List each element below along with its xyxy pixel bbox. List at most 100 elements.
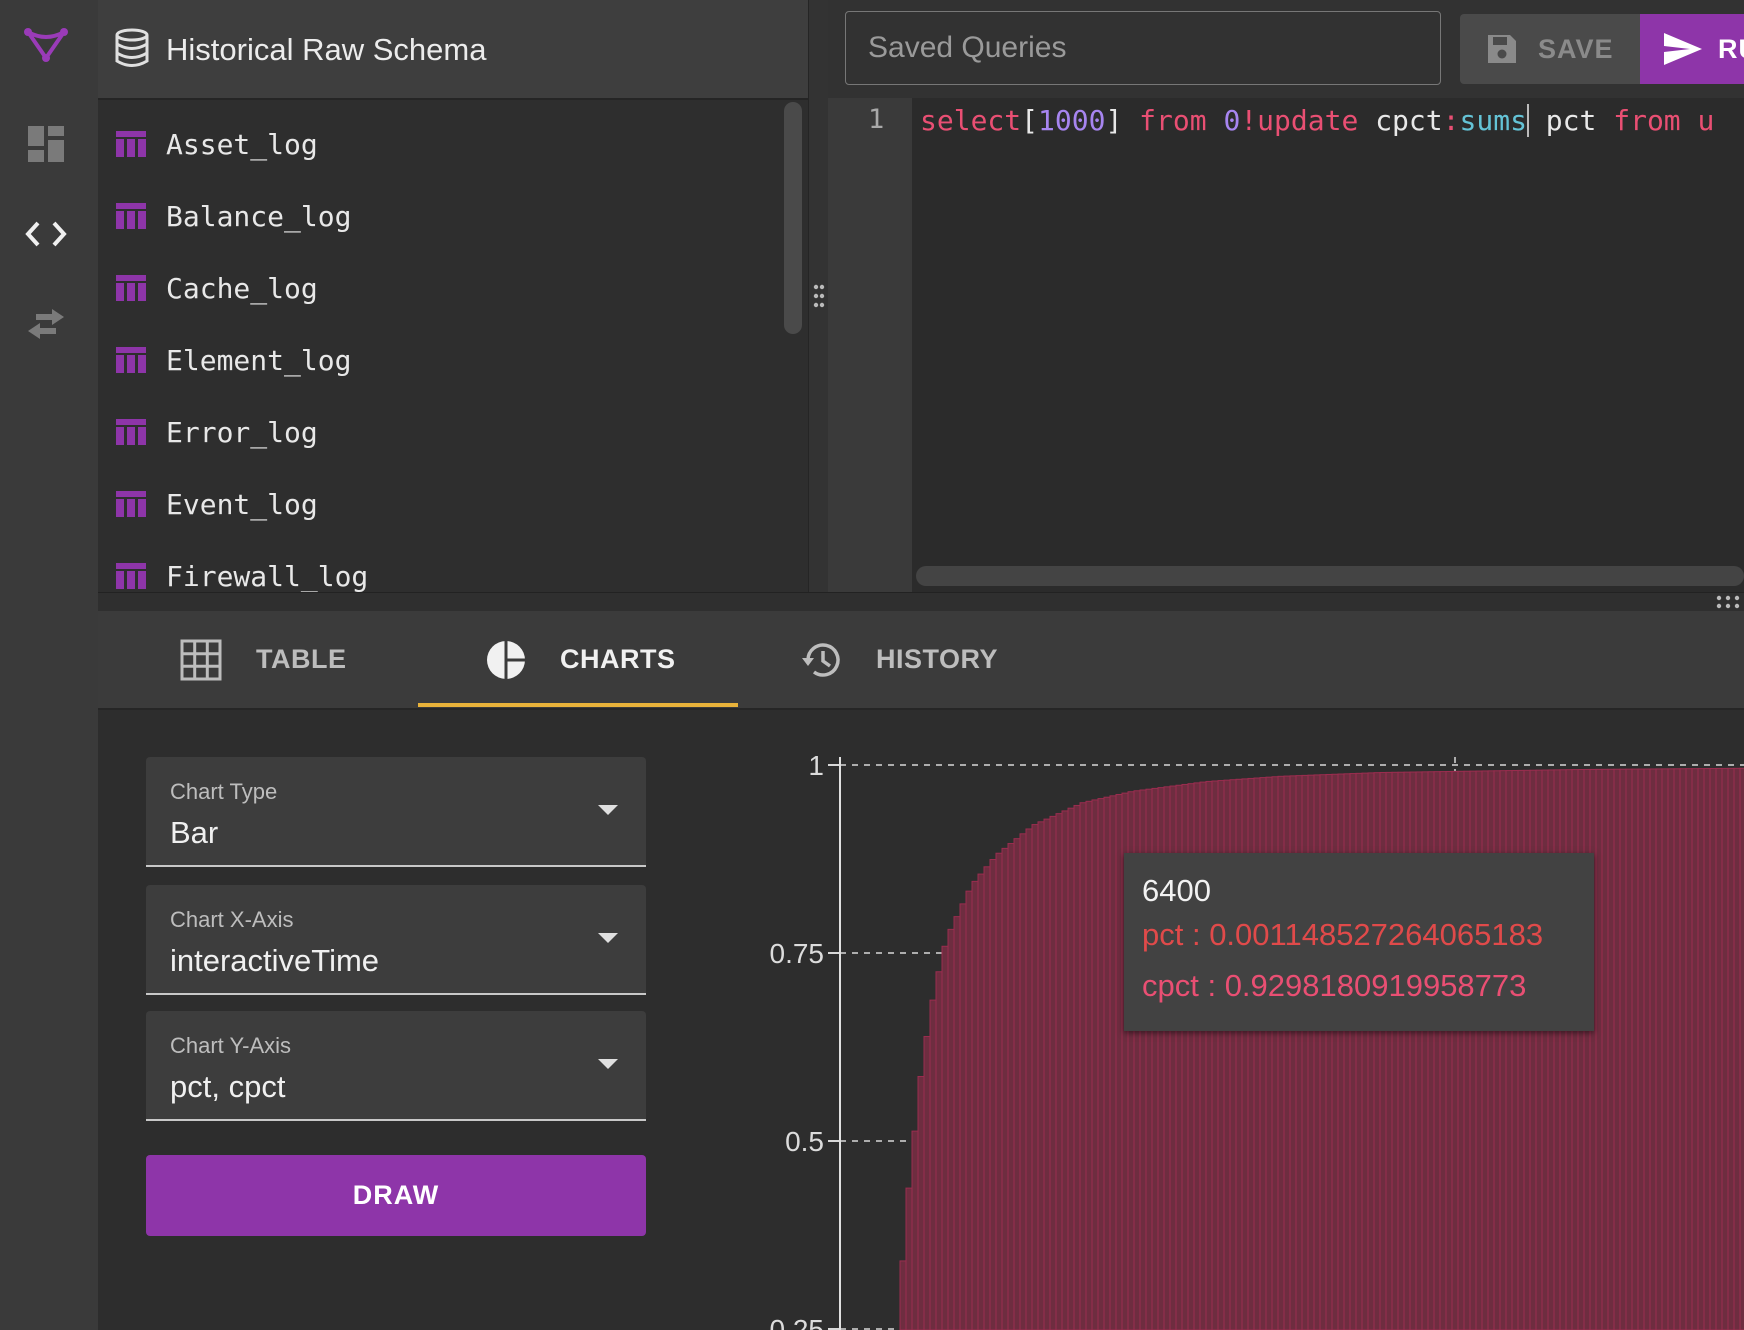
dropdown-arrow-icon [598, 933, 618, 943]
chart-bar [1733, 767, 1741, 1330]
pie-chart-icon [487, 639, 526, 680]
table-name: Cache_log [166, 271, 318, 305]
chart-bar [1715, 767, 1723, 1330]
chart-bar [1661, 768, 1669, 1330]
code-icon[interactable] [22, 210, 70, 258]
y-tick-label: 0.75 [770, 938, 825, 969]
chart-x-axis-select[interactable]: Chart X-Axis interactiveTime [146, 885, 646, 995]
chart-x-axis-label: Chart X-Axis [170, 907, 294, 932]
code-editor[interactable] [912, 98, 1744, 592]
chart-bar [1637, 768, 1645, 1330]
code-token: select [920, 104, 1022, 137]
table-name: Element_log [166, 343, 352, 377]
code-token: ] [1105, 104, 1140, 137]
table-name: Asset_log [166, 127, 318, 161]
drag-handle-icon [1716, 595, 1740, 609]
chart-bar [989, 859, 997, 1330]
chart-bar [959, 903, 967, 1330]
dashboard-icon[interactable] [22, 120, 70, 168]
table-name: Event_log [166, 487, 318, 521]
table-icon [116, 563, 146, 589]
result-tabs: TABLE CHARTS HISTORY [98, 611, 1744, 710]
grid-icon [180, 639, 222, 680]
chart-bar [1007, 843, 1015, 1330]
y-tick-label: 1 [808, 750, 824, 781]
code-token: : [1442, 104, 1460, 137]
chart-bar [1103, 796, 1111, 1330]
dropdown-arrow-icon [598, 1059, 618, 1069]
chart-bar [1001, 847, 1009, 1330]
tab-charts[interactable]: CHARTS [486, 611, 676, 708]
kx-logo-icon[interactable] [22, 22, 70, 70]
code-token: u [1680, 104, 1715, 137]
editor-horizontal-scrollbar[interactable] [916, 566, 1744, 586]
chart-bar [1625, 768, 1633, 1330]
chart-bar [923, 1036, 931, 1330]
chart-bar [1067, 807, 1075, 1330]
chart-bar [1061, 810, 1069, 1330]
table-name: Balance_log [166, 199, 352, 233]
chart-bar [1013, 838, 1021, 1330]
editor-gutter [828, 98, 912, 592]
chart-bar [1019, 833, 1027, 1330]
chart-y-axis-label: Chart Y-Axis [170, 1033, 292, 1058]
table-icon [116, 491, 146, 517]
code-token: 1000 [1038, 104, 1106, 137]
chart-x-axis-value: interactiveTime [170, 943, 380, 978]
tab-history[interactable]: HISTORY [800, 611, 998, 708]
swap-icon[interactable] [22, 300, 70, 348]
chart-bar [1649, 768, 1657, 1330]
chart-bar [983, 866, 991, 1330]
draw-button[interactable]: DRAW [146, 1155, 646, 1236]
table-list-item[interactable]: Balance_log [116, 186, 351, 246]
table-list-item[interactable]: Error_log [116, 402, 318, 462]
chart-type-value: Bar [170, 815, 219, 850]
chart-bar [995, 852, 1003, 1330]
chart-type-label: Chart Type [170, 779, 278, 804]
save-button[interactable]: SAVE [1460, 14, 1640, 84]
chart-bar [1079, 802, 1087, 1330]
schema-scrollbar[interactable] [784, 102, 802, 334]
chart-bar [899, 1260, 907, 1330]
chart-bar [941, 945, 949, 1330]
chart-bar [953, 916, 961, 1330]
run-button[interactable]: RU [1640, 14, 1744, 84]
code-line[interactable]: select[1000] from 0!update cpct:sums pct… [920, 104, 1714, 137]
chart-bar [1721, 767, 1729, 1330]
vertical-splitter[interactable] [808, 0, 830, 592]
table-list-item[interactable]: Element_log [116, 330, 351, 390]
code-token: pct [1528, 104, 1614, 137]
saved-queries-input[interactable] [845, 11, 1441, 85]
table-list-item[interactable]: Event_log [116, 474, 318, 534]
tooltip-pct-value: pct : 0.001148527264065183 [1142, 917, 1544, 952]
chart-y-axis-select[interactable]: Chart Y-Axis pct, cpct [146, 1011, 646, 1121]
y-tick-label: 0.25 [770, 1314, 825, 1330]
tooltip-cpct-value: cpct : 0.9298180919958773 [1142, 968, 1527, 1003]
tab-table[interactable]: TABLE [180, 611, 347, 708]
chart-bar [1631, 768, 1639, 1330]
chart-bar [977, 873, 985, 1330]
database-icon [114, 28, 150, 73]
horizontal-splitter[interactable] [98, 592, 1744, 612]
chart-bar [905, 1187, 913, 1330]
code-token: [ [1021, 104, 1039, 137]
chart-bar [1037, 821, 1045, 1330]
schema-header: Historical Raw Schema [98, 0, 808, 100]
chart-type-select[interactable]: Chart Type Bar [146, 757, 646, 867]
chart-bar [1115, 793, 1123, 1330]
table-name: Firewall_log [166, 559, 369, 593]
table-list-item[interactable]: Cache_log [116, 258, 318, 318]
history-icon [802, 642, 840, 677]
chart-bar [1691, 768, 1699, 1330]
chart-bar [935, 971, 943, 1330]
chart-bar [1739, 767, 1744, 1330]
chart-bar [1667, 768, 1675, 1330]
chart-bar [1073, 804, 1081, 1330]
table-list-item[interactable]: Firewall_log [116, 546, 368, 592]
chart-bar [965, 890, 973, 1330]
table-list-item[interactable]: Asset_log [116, 114, 318, 174]
active-tab-indicator [418, 703, 738, 707]
table-icon [116, 275, 146, 301]
chart-bar [1613, 768, 1621, 1330]
